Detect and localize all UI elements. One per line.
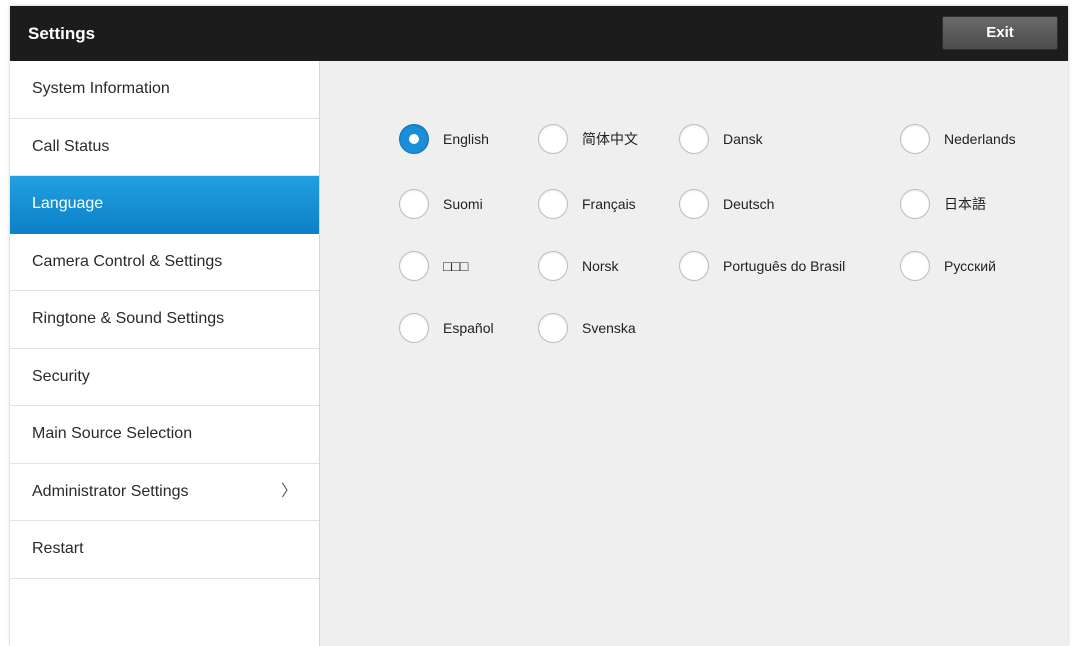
language-label: English [443, 131, 489, 147]
sidebar-item-label: System Information [32, 80, 170, 97]
radio-button[interactable] [538, 251, 568, 281]
sidebar-item-main-source-selection[interactable]: Main Source Selection [10, 406, 319, 464]
page-title: Settings [28, 24, 96, 43]
settings-window: Settings Exit System Information Call St… [10, 6, 1068, 646]
sidebar-item-security[interactable]: Security [10, 349, 319, 406]
sidebar-item-label: Ringtone & Sound Settings [32, 310, 225, 327]
language-option-russian[interactable]: Русский [900, 249, 996, 283]
sidebar-item-language[interactable]: Language [10, 176, 319, 234]
radio-button[interactable] [679, 189, 709, 219]
language-panel: English 简体中文 Dansk Nederlands Suomi Fran… [320, 61, 1068, 646]
sidebar-item-label: Main Source Selection [32, 425, 193, 442]
sidebar-item-label: Restart [32, 540, 84, 557]
language-option-simplified-chinese[interactable]: 简体中文 [538, 122, 638, 156]
language-label: 日本語 [944, 196, 986, 212]
language-label: 简体中文 [582, 131, 638, 147]
language-label: Svenska [582, 320, 636, 336]
radio-button[interactable] [679, 124, 709, 154]
radio-button[interactable] [538, 189, 568, 219]
sidebar-item-label: Camera Control & Settings [32, 252, 223, 270]
sidebar-item-label: Language [32, 195, 104, 212]
radio-button[interactable] [679, 251, 709, 281]
radio-button[interactable] [399, 251, 429, 281]
language-option-unrendered[interactable]: □□□ [399, 249, 468, 283]
radio-button[interactable] [900, 189, 930, 219]
sidebar-item-label: Administrator Settings [32, 482, 189, 500]
language-option-japanese[interactable]: 日本語 [900, 187, 986, 221]
radio-button[interactable] [900, 124, 930, 154]
exit-button[interactable]: Exit [942, 16, 1058, 50]
language-label: Français [582, 196, 636, 212]
settings-sidebar: System Information Call Status Language … [10, 61, 320, 646]
language-label: Русский [944, 258, 996, 274]
language-label: Dansk [723, 131, 763, 147]
radio-button[interactable] [900, 251, 930, 281]
sidebar-item-system-information[interactable]: System Information [10, 61, 319, 119]
language-label: □□□ [443, 258, 469, 274]
language-label: Suomi [443, 196, 483, 212]
radio-button[interactable] [538, 313, 568, 343]
language-option-norsk[interactable]: Norsk [538, 249, 619, 283]
sidebar-item-administrator-settings[interactable]: Administrator Settings 〉 [10, 464, 319, 521]
language-label: Português do Brasil [723, 258, 846, 274]
language-label: Español [443, 320, 494, 336]
radio-button[interactable] [399, 189, 429, 219]
radio-button[interactable] [538, 124, 568, 154]
title-bar: Settings Exit [10, 6, 1068, 61]
sidebar-item-ringtone-sound-settings[interactable]: Ringtone & Sound Settings [10, 291, 319, 349]
language-label: Norsk [582, 258, 619, 274]
language-option-english[interactable]: English [399, 122, 489, 156]
language-option-nederlands[interactable]: Nederlands [900, 122, 1016, 156]
language-label: Nederlands [944, 131, 1016, 147]
chevron-right-icon: 〉 [280, 482, 297, 500]
sidebar-item-camera-control-settings[interactable]: Camera Control & Settings [10, 234, 319, 291]
language-option-francais[interactable]: Français [538, 187, 636, 221]
sidebar-item-restart[interactable]: Restart [10, 521, 319, 579]
language-option-suomi[interactable]: Suomi [399, 187, 483, 221]
language-option-deutsch[interactable]: Deutsch [679, 187, 774, 221]
language-option-svenska[interactable]: Svenska [538, 311, 636, 345]
language-option-espanol[interactable]: Español [399, 311, 494, 345]
radio-button[interactable] [399, 313, 429, 343]
sidebar-item-call-status[interactable]: Call Status [10, 119, 319, 176]
sidebar-item-label: Security [32, 367, 90, 385]
language-label: Deutsch [723, 196, 775, 212]
sidebar-item-label: Call Status [32, 137, 110, 155]
language-option-portugues-brasil[interactable]: Português do Brasil [679, 249, 845, 283]
radio-dot-icon [409, 134, 419, 144]
radio-button-selected[interactable] [399, 124, 429, 154]
language-option-dansk[interactable]: Dansk [679, 122, 763, 156]
